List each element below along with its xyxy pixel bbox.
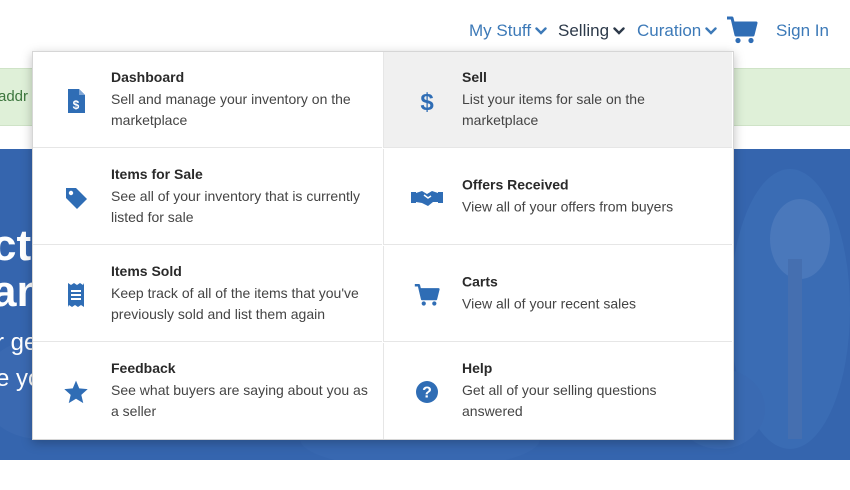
dollar-icon: $: [414, 88, 440, 114]
menu-item-title: Sell: [462, 68, 487, 85]
menu-item-items-for-sale[interactable]: Items for Sale See all of your inventory…: [33, 149, 382, 245]
tag-icon: [63, 185, 89, 211]
menu-item-description: See all of your inventory that is curren…: [111, 187, 361, 225]
chevron-down-icon: [613, 27, 625, 35]
sign-in-label: Sign In: [776, 21, 829, 40]
svg-text:$: $: [420, 89, 434, 114]
menu-item-items-sold[interactable]: Items Sold Keep track of all of the item…: [33, 246, 382, 342]
menu-item-title: Items Sold: [111, 262, 182, 279]
question-circle-icon: ?: [414, 379, 440, 405]
menu-item-help[interactable]: ? Help Get all of your selling questions…: [383, 343, 732, 439]
document-dollar-icon: $: [63, 88, 89, 114]
menu-item-description: View all of your offers from buyers: [462, 198, 674, 214]
nav-curation[interactable]: Curation: [637, 20, 717, 42]
nav-curation-label: Curation: [637, 21, 702, 40]
menu-item-title: Offers Received: [462, 176, 569, 192]
svg-text:$: $: [73, 98, 80, 112]
chevron-down-icon: [705, 27, 717, 35]
sign-in-link[interactable]: Sign In: [776, 20, 829, 42]
menu-item-title: Dashboard: [111, 68, 185, 85]
menu-item-title: Carts: [462, 273, 498, 289]
svg-text:?: ?: [422, 385, 432, 402]
menu-item-dashboard[interactable]: $ Dashboard Sell and manage your invento…: [33, 52, 382, 148]
menu-item-description: List your items for sale on the marketpl…: [462, 90, 645, 128]
star-icon: [63, 379, 89, 405]
menu-item-carts[interactable]: Carts View all of your recent sales: [383, 246, 732, 342]
selling-dropdown-menu: $ Dashboard Sell and manage your invento…: [32, 51, 734, 440]
menu-item-title: Feedback: [111, 360, 176, 376]
nav-selling-label: Selling: [558, 21, 610, 40]
cart-icon: [414, 282, 440, 308]
chevron-down-icon: [535, 27, 547, 35]
menu-item-feedback[interactable]: Feedback See what buyers are saying abou…: [33, 343, 382, 439]
menu-item-title: Help: [462, 360, 493, 376]
menu-item-offers-received[interactable]: Offers Received View all of your offers …: [383, 149, 732, 245]
nav-my-stuff[interactable]: My Stuff: [469, 20, 547, 42]
notification-text: addr: [0, 88, 29, 105]
nav-my-stuff-label: My Stuff: [469, 21, 532, 40]
menu-item-sell[interactable]: $ Sell List your items for sale on the m…: [383, 52, 732, 148]
menu-item-description: Keep track of all of the items that you'…: [111, 284, 359, 322]
receipt-icon: [63, 282, 89, 308]
menu-item-title: Items for Sale: [111, 165, 203, 182]
menu-item-description: See what buyers are saying about you as …: [111, 382, 368, 419]
menu-item-description: Sell and manage your inventory on the ma…: [111, 90, 351, 128]
nav-selling[interactable]: Selling: [558, 20, 625, 42]
menu-item-description: Get all of your selling questions answer…: [462, 382, 657, 419]
handshake-icon: [411, 185, 443, 211]
cart-icon[interactable]: [726, 14, 758, 46]
menu-item-description: View all of your recent sales: [462, 295, 637, 311]
